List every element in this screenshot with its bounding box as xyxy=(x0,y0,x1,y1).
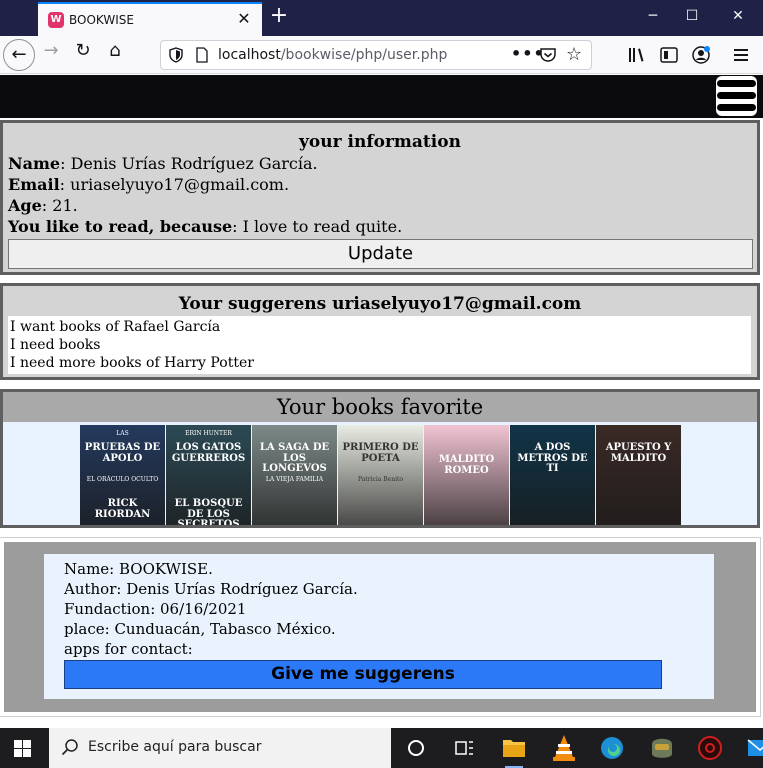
windows-start-icon[interactable] xyxy=(14,740,31,757)
home-icon[interactable]: ⌂ xyxy=(100,40,130,70)
age-value: : 21. xyxy=(41,196,78,215)
name-row: Name: Denis Urías Rodríguez García. xyxy=(8,153,752,174)
url-text[interactable]: localhost/bookwise/php/user.php xyxy=(218,47,447,63)
search-placeholder: Escribe aquí para buscar xyxy=(88,739,262,755)
bookmark-star-icon[interactable]: ☆ xyxy=(566,44,582,65)
suggestions-panel: Your suggerens uriaselyuyo17@gmail.com I… xyxy=(0,283,760,380)
mail-icon[interactable] xyxy=(736,728,763,768)
list-item: I need books xyxy=(10,337,101,353)
book-cover-pruebas-de-apolo[interactable]: LAS PRUEBAS DE APOLO EL ORÁCULO OCULTO RICK… xyxy=(80,425,165,525)
about-place: place: Cunduacán, Tabasco México. xyxy=(64,620,336,638)
book-cover-a-dos-metros-de-ti[interactable]: A DOS METROS DE TI xyxy=(510,425,595,525)
game-app-icon[interactable] xyxy=(638,728,686,768)
list-item: I want books of Rafael García xyxy=(10,319,221,335)
edge-browser-icon[interactable] xyxy=(588,728,636,768)
tab-title: BOOKWISE xyxy=(69,13,134,27)
cover-text-top: LAS xyxy=(116,430,129,437)
book-cover-maldito-romeo[interactable]: MALDITO ROMEO xyxy=(424,425,509,525)
email-row: Email: uriaselyuyo17@gmail.com. xyxy=(8,174,752,195)
cover-text-main: PRIMERO DE POETA xyxy=(342,442,419,464)
reason-row: You like to read, because: I love to rea… xyxy=(8,216,752,237)
cover-text-sub: LA VIEJA FAMILIA xyxy=(265,476,324,483)
book-cover-primero-de-poeta[interactable]: PRIMERO DE POETA Patricia Benito xyxy=(338,425,423,525)
give-suggestions-button[interactable]: Give me suggerens xyxy=(64,660,662,689)
list-item: I need more books of Harry Potter xyxy=(10,355,254,371)
age-label: Age xyxy=(8,196,42,215)
cover-text-main: LOS GATOS GUERREROS xyxy=(171,442,246,464)
library-icon[interactable] xyxy=(627,45,647,65)
reason-value: : I love to read quite. xyxy=(232,217,403,236)
tab-close-icon[interactable]: ✕ xyxy=(235,10,253,28)
menu-icon[interactable] xyxy=(731,45,751,65)
site-header xyxy=(0,75,763,118)
vlc-icon[interactable] xyxy=(540,728,588,768)
reload-icon[interactable]: ↻ xyxy=(68,40,98,70)
browser-tab-bar: W BOOKWISE ✕ + ─ ☐ ✕ xyxy=(0,0,763,36)
cover-text-sub: Patricia Benito xyxy=(357,476,404,483)
book-cover-apuesto-y-maldito[interactable]: APUESTO Y MALDITO xyxy=(596,425,681,525)
hamburger-menu-icon[interactable] xyxy=(716,76,757,116)
user-information-panel: your information Name: Denis Urías Rodrí… xyxy=(0,120,760,275)
information-title: your information xyxy=(299,132,461,152)
name-value: : Denis Urías Rodríguez García. xyxy=(60,154,318,173)
address-bar[interactable]: localhost/bookwise/php/user.php ••• ☆ xyxy=(160,40,592,70)
about-foundation: Fundaction: 06/16/2021 xyxy=(64,600,247,618)
cover-text-foot: RICK RIORDAN xyxy=(94,498,151,520)
new-tab-icon[interactable]: + xyxy=(268,5,290,27)
cover-text-sub: EL ORÁCULO OCULTO xyxy=(86,476,159,483)
favorites-title: Your books favorite xyxy=(3,392,757,422)
window-close-icon[interactable]: ✕ xyxy=(726,5,750,27)
email-value: : uriaselyuyo17@gmail.com. xyxy=(59,175,290,194)
search-icon xyxy=(61,739,78,756)
account-icon[interactable] xyxy=(691,45,711,65)
update-button[interactable]: Update xyxy=(8,239,753,269)
windows-taskbar: Escribe aquí para buscar xyxy=(0,728,763,768)
reason-label: You like to read, because xyxy=(8,217,233,236)
cover-text-top: ERIN HUNTER xyxy=(185,430,232,437)
url-host: localhost xyxy=(218,47,281,63)
url-path: /bookwise/php/user.php xyxy=(280,47,448,63)
sidebar-icon[interactable] xyxy=(659,45,679,65)
cover-text-foot: EL BOSQUE DE LOS SECRETOS xyxy=(174,498,243,525)
name-label: Name xyxy=(8,154,61,173)
cover-text-main: A DOS METROS DE TI xyxy=(517,442,588,474)
favorite-books-panel: Your books favorite LAS PRUEBAS DE APOLO E… xyxy=(0,389,760,528)
about-section: Name: BOOKWISE. Author: Denis Urías Rodr… xyxy=(0,537,761,717)
security-app-icon[interactable] xyxy=(686,728,734,768)
about-apps: apps for contact: xyxy=(64,640,193,658)
maximize-icon[interactable]: ☐ xyxy=(680,5,704,27)
book-cover-gatos-guerreros[interactable]: ERIN HUNTER LOS GATOS GUERREROS EL BOSQUE … xyxy=(166,425,251,525)
page-info-icon[interactable] xyxy=(194,47,210,63)
tracking-shield-icon[interactable] xyxy=(168,47,184,63)
suggestions-title: Your suggerens uriaselyuyo17@gmail.com xyxy=(178,294,582,314)
site-favicon-icon: W xyxy=(48,12,64,28)
browser-tab[interactable]: W BOOKWISE ✕ xyxy=(38,2,262,36)
about-name: Name: BOOKWISE. xyxy=(64,560,213,578)
cortana-icon[interactable] xyxy=(392,728,440,768)
pocket-icon[interactable] xyxy=(539,47,557,63)
cover-text-main: APUESTO Y MALDITO xyxy=(605,442,672,464)
suggestions-list: I want books of Rafael García I need boo… xyxy=(8,316,751,374)
email-label: Email xyxy=(8,175,60,194)
about-card: Name: BOOKWISE. Author: Denis Urías Rodr… xyxy=(44,554,714,699)
forward-arrow-icon[interactable]: → xyxy=(36,40,66,70)
cover-text-main: MALDITO ROMEO xyxy=(438,454,495,476)
taskbar-search-box[interactable]: Escribe aquí para buscar xyxy=(49,728,391,768)
back-arrow-icon[interactable]: ← xyxy=(3,39,35,71)
cover-text-main: PRUEBAS DE APOLO xyxy=(84,442,161,464)
cover-text-main: LA SAGA DE LOS LONGEVOS xyxy=(259,442,330,474)
minimize-icon[interactable]: ─ xyxy=(641,5,665,27)
about-author: Author: Denis Urías Rodríguez García. xyxy=(64,580,358,598)
file-explorer-icon[interactable] xyxy=(490,728,538,768)
task-view-icon[interactable] xyxy=(440,728,488,768)
book-cover-saga-longevos[interactable]: LA SAGA DE LOS LONGEVOS LA VIEJA FAMILIA xyxy=(252,425,337,525)
browser-toolbar: ← → ↻ ⌂ localhost/bookwise/php/user.php … xyxy=(0,36,763,74)
age-row: Age: 21. xyxy=(8,195,752,216)
